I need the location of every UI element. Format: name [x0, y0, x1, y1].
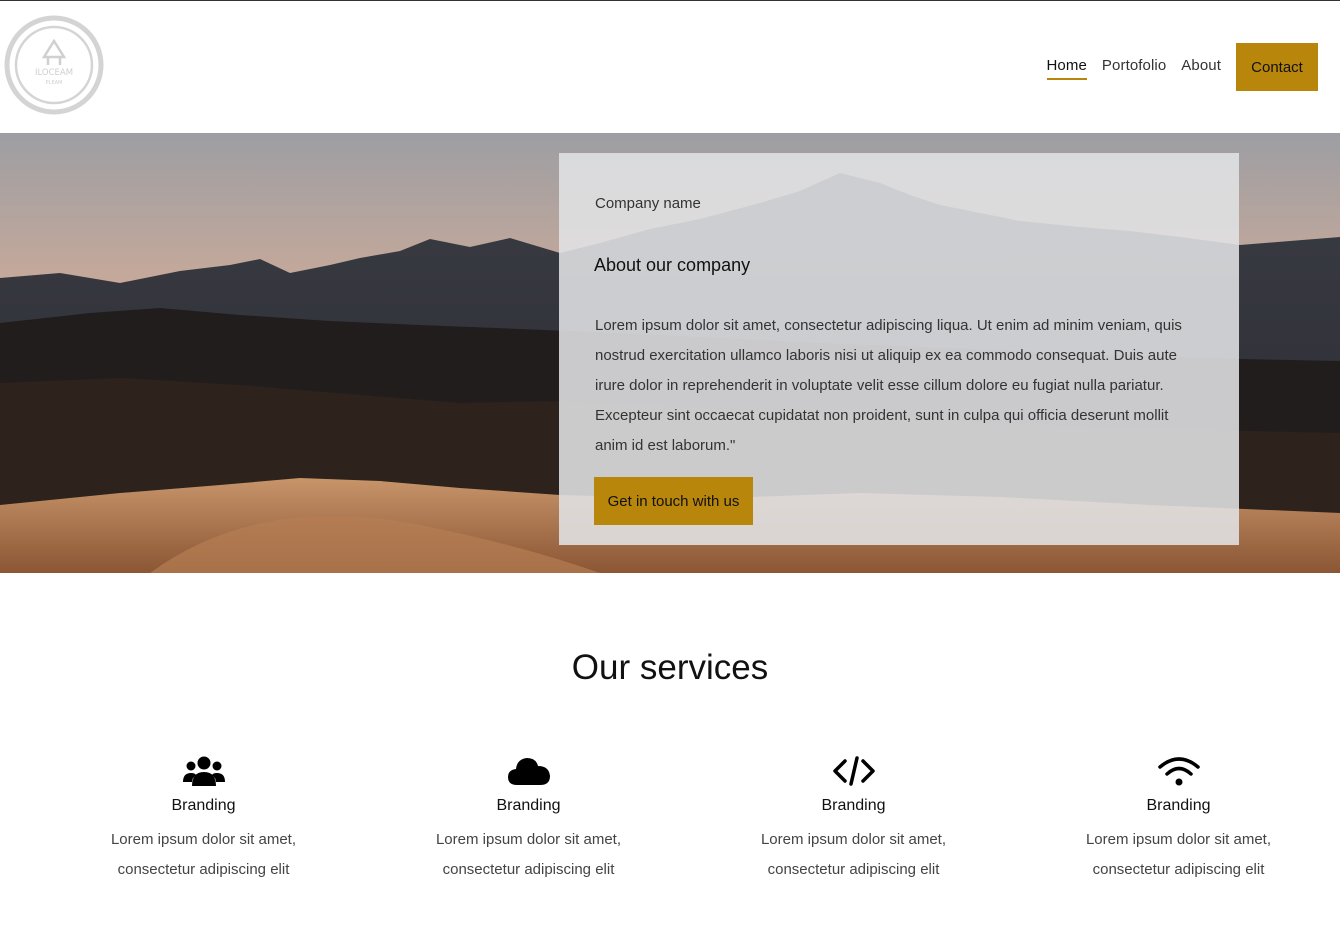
logo-badge-icon: ILOCEAM PLEAM [4, 15, 104, 115]
nav-home-link[interactable]: Home [1046, 57, 1088, 80]
main-nav: Home Portofolio About Contact [1032, 43, 1318, 91]
services-title: Our services [571, 648, 769, 687]
service-text: Lorem ipsum dolor sit amet, consectetur a… [1085, 831, 1272, 878]
about-card: Company name About our company Lorem ips… [559, 153, 1239, 545]
get-in-touch-button[interactable]: Get in touch with us [594, 477, 753, 525]
service-item: Branding Lorem ipsum dolor sit amet, cons… [41, 752, 366, 885]
nav-about-link[interactable]: About [1181, 57, 1221, 77]
hero-section: Company name About our company Lorem ips… [0, 133, 1340, 573]
about-text: Lorem ipsum dolor sit amet, consectetur … [595, 317, 1182, 454]
service-title: Branding [171, 797, 236, 814]
service-title: Branding [496, 797, 561, 814]
code-icon [691, 752, 1016, 790]
site-header: ILOCEAM PLEAM Home Portofolio About Cont… [0, 1, 1340, 133]
logo[interactable]: ILOCEAM PLEAM [4, 15, 104, 115]
users-icon [41, 752, 366, 790]
service-title: Branding [1146, 797, 1211, 814]
about-title: About our company [594, 255, 751, 275]
service-title: Branding [821, 797, 886, 814]
service-text: Lorem ipsum dolor sit amet, consectetur a… [760, 831, 947, 878]
services-list: Branding Lorem ipsum dolor sit amet, cons… [41, 752, 1340, 885]
company-name: Company name [595, 195, 701, 212]
contact-button[interactable]: Contact [1236, 43, 1318, 91]
svg-text:ILOCEAM: ILOCEAM [35, 68, 73, 78]
service-text: Lorem ipsum dolor sit amet, consectetur a… [435, 831, 622, 878]
service-text: Lorem ipsum dolor sit amet, consectetur a… [110, 831, 297, 878]
wifi-icon [1016, 752, 1340, 790]
svg-text:PLEAM: PLEAM [46, 80, 63, 86]
cloud-icon [366, 752, 691, 790]
nav-portfolio-link[interactable]: Portofolio [1102, 57, 1166, 77]
service-item: Branding Lorem ipsum dolor sit amet, cons… [366, 752, 691, 885]
service-item: Branding Lorem ipsum dolor sit amet, cons… [691, 752, 1016, 885]
service-item: Branding Lorem ipsum dolor sit amet, cons… [1016, 752, 1340, 885]
